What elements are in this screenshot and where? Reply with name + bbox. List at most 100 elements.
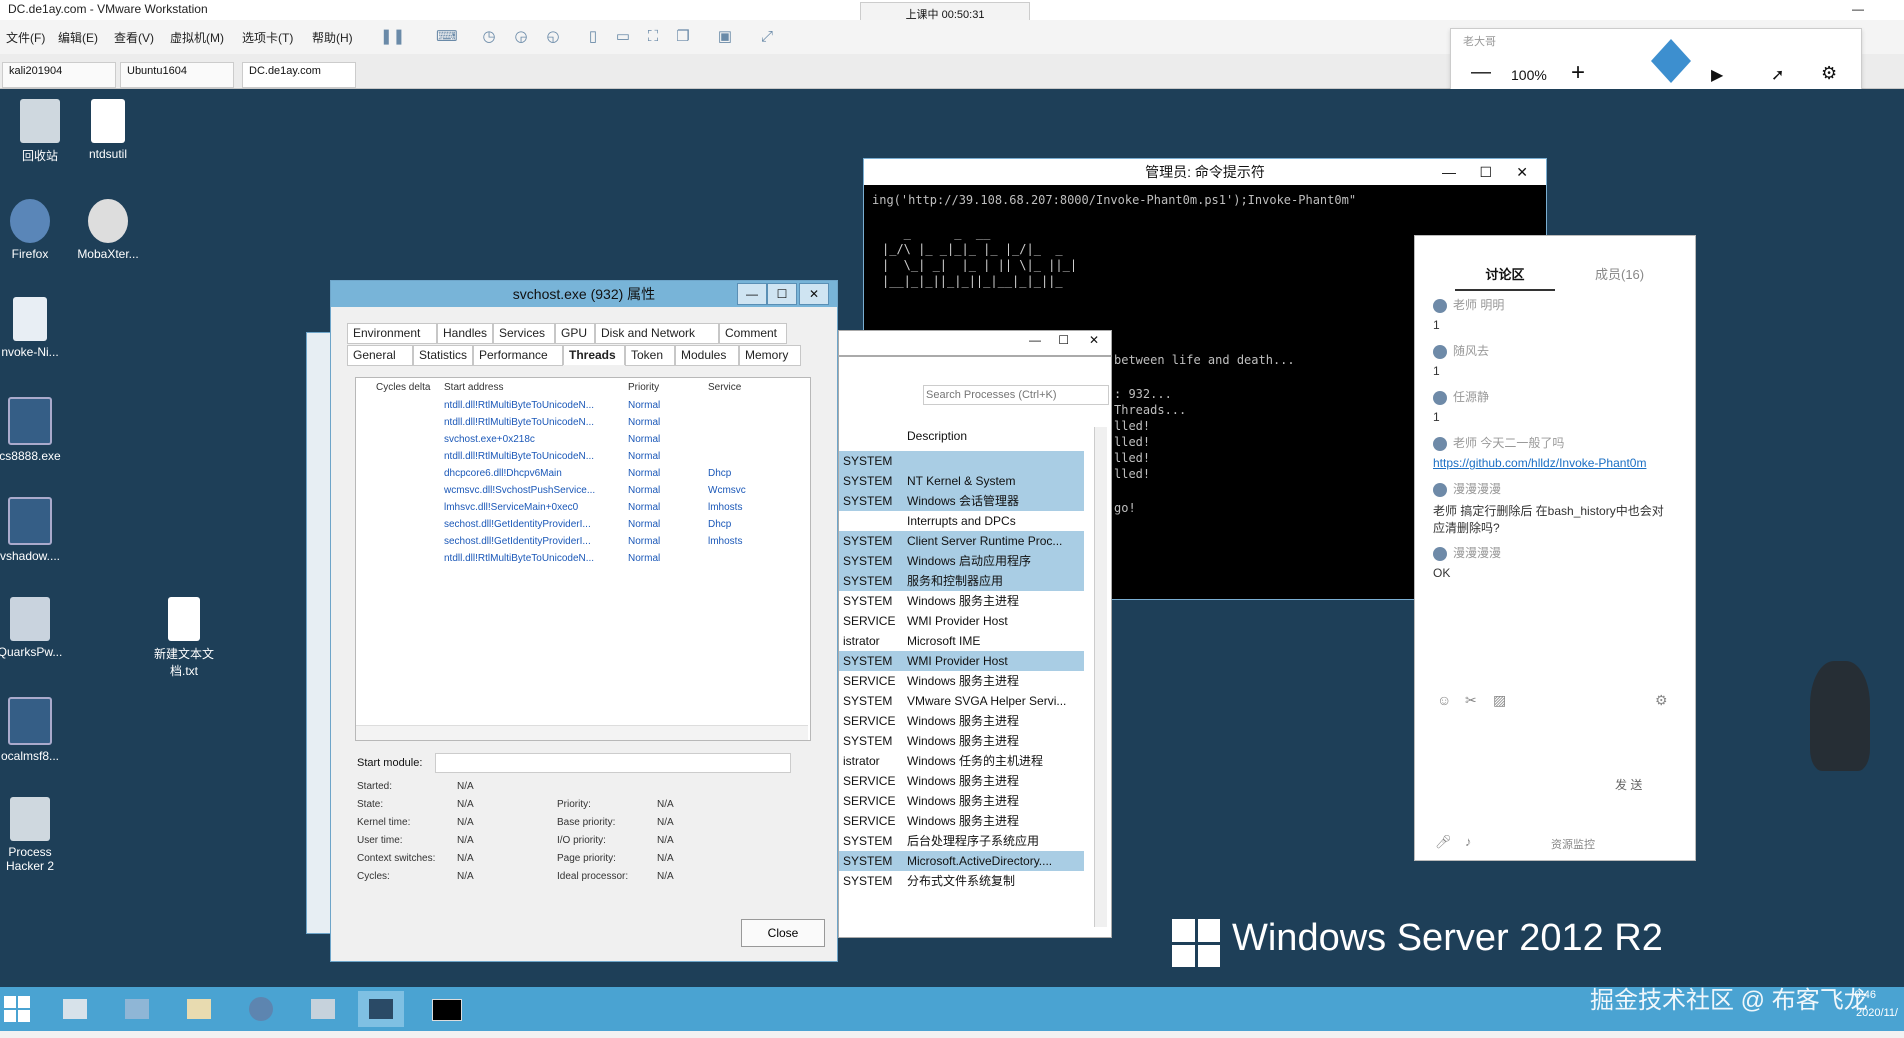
process-row[interactable]: SYSTEM WMI Provider Host: [839, 651, 1084, 671]
desktop-icon-mobaxterm[interactable]: MobaXter...: [68, 199, 148, 261]
resource-monitor-link[interactable]: 资源监控: [1551, 836, 1595, 852]
settings-icon[interactable]: ⚙: [1655, 692, 1668, 709]
table-row[interactable]: lmhsvc.dll!ServiceMain+0xec0 Normal lmhost…: [356, 502, 810, 519]
menu-help[interactable]: 帮助(H): [312, 29, 353, 46]
process-row[interactable]: SERVICE Windows 服务主进程: [839, 771, 1084, 791]
firefox-taskbar-icon[interactable]: [238, 991, 284, 1027]
table-row[interactable]: sechost.dll!GetIdentityProviderI... Norma…: [356, 536, 810, 553]
desktop-icon-localmsf[interactable]: ocalmsf8...: [0, 697, 70, 763]
speaker-icon[interactable]: ♪: [1465, 834, 1472, 849]
process-row[interactable]: SYSTEM Windows 服务主进程: [839, 591, 1084, 611]
zoom-in-button[interactable]: +: [1571, 59, 1585, 87]
desktop-icon-vshadow[interactable]: vshadow....: [0, 497, 70, 563]
col-service[interactable]: Service: [708, 382, 741, 393]
process-row[interactable]: SYSTEM Windows 服务主进程: [839, 731, 1084, 751]
menu-view[interactable]: 查看(V): [114, 29, 154, 46]
sidebar-icon[interactable]: ▯: [584, 28, 602, 46]
table-row[interactable]: sechost.dll!GetIdentityProviderI... Norma…: [356, 519, 810, 536]
process-row[interactable]: SYSTEM Windows 会话管理器: [839, 491, 1084, 511]
process-row[interactable]: SYSTEM: [839, 451, 1084, 471]
send-button[interactable]: 发 送: [1615, 776, 1642, 793]
tab-modules[interactable]: Modules: [675, 345, 739, 366]
plist-maximize-button[interactable]: ☐: [1058, 333, 1069, 347]
desktop-icon-cs8888[interactable]: cs8888.exe: [0, 397, 70, 463]
col-start-address[interactable]: Start address: [444, 382, 503, 393]
revert-icon[interactable]: ◶: [512, 28, 530, 46]
tab-token[interactable]: Token: [625, 345, 675, 366]
mic-icon[interactable]: 🎤︎: [1435, 834, 1452, 850]
tab-ubuntu[interactable]: Ubuntu1604: [120, 62, 234, 88]
process-row[interactable]: istrator Microsoft IME: [839, 631, 1084, 651]
process-row[interactable]: SYSTEM NT Kernel & System: [839, 471, 1084, 491]
plist-minimize-button[interactable]: —: [1029, 333, 1041, 347]
desktop-icon-ntdsutil[interactable]: ntdsutil: [68, 99, 148, 161]
table-row[interactable]: svchost.exe+0x218c Normal: [356, 434, 810, 451]
tab-memory[interactable]: Memory: [739, 345, 801, 366]
powershell-icon[interactable]: [114, 991, 160, 1027]
tab-services[interactable]: Services: [493, 323, 555, 344]
desktop-icon-process-hacker[interactable]: Process Hacker 2: [0, 797, 70, 873]
process-row[interactable]: Interrupts and DPCs: [839, 511, 1084, 531]
process-row[interactable]: SERVICE Windows 服务主进程: [839, 671, 1084, 691]
table-row[interactable]: wcmsvc.dll!SvchostPushService... Normal Wc…: [356, 485, 810, 502]
props-close-button[interactable]: ✕: [799, 283, 829, 305]
process-row[interactable]: SYSTEM 后台处理程序子系统应用: [839, 831, 1084, 851]
process-row[interactable]: istrator Windows 任务的主机进程: [839, 751, 1084, 771]
start-button[interactable]: [4, 996, 30, 1022]
close-button[interactable]: Close: [741, 919, 825, 947]
column-description[interactable]: Description: [907, 429, 967, 443]
process-row[interactable]: SERVICE Windows 服务主进程: [839, 711, 1084, 731]
process-row[interactable]: SYSTEM 服务和控制器应用: [839, 571, 1084, 591]
tab-discussion[interactable]: 讨论区: [1455, 264, 1555, 291]
play-icon[interactable]: ▶: [1711, 65, 1723, 85]
col-priority[interactable]: Priority: [628, 382, 659, 393]
start-module-field[interactable]: [435, 753, 791, 773]
tab-comment[interactable]: Comment: [719, 323, 787, 344]
menu-edit[interactable]: 编辑(E): [58, 29, 98, 46]
process-list-scrollbar[interactable]: [1094, 427, 1107, 927]
tab-gpu[interactable]: GPU: [555, 323, 595, 344]
table-row[interactable]: ntdll.dll!RtlMultiByteToUnicodeN... Norma…: [356, 553, 810, 570]
thumbnail-icon[interactable]: ▭: [614, 28, 632, 46]
tab-handles[interactable]: Handles: [437, 323, 493, 344]
process-hacker-taskbar-icon[interactable]: [300, 991, 346, 1027]
desktop-icon-quarkspw[interactable]: QuarksPw...: [0, 597, 70, 659]
table-row[interactable]: dhcpcore6.dll!Dhcpv6Main Normal Dhcp: [356, 468, 810, 485]
table-row[interactable]: ntdll.dll!RtlMultiByteToUnicodeN... Norma…: [356, 451, 810, 468]
scissors-icon[interactable]: ✂: [1465, 692, 1477, 709]
emoji-icon[interactable]: ☺: [1437, 692, 1451, 708]
tab-disk-and-network[interactable]: Disk and Network: [595, 323, 719, 344]
process-row[interactable]: SYSTEM VMware SVGA Helper Servi...: [839, 691, 1084, 711]
menu-vm[interactable]: 虚拟机(M): [170, 29, 224, 46]
menu-tabs[interactable]: 选项卡(T): [242, 29, 293, 46]
menu-file[interactable]: 文件(F): [6, 29, 45, 46]
explorer-icon[interactable]: [176, 991, 222, 1027]
snapshot-icon[interactable]: ◷: [480, 28, 498, 46]
process-row[interactable]: SYSTEM 分布式文件系统复制: [839, 871, 1084, 891]
col-cycles-delta[interactable]: Cycles delta: [376, 382, 430, 393]
tab-statistics[interactable]: Statistics: [413, 345, 473, 366]
send-keys-icon[interactable]: ⌨: [436, 28, 458, 46]
desktop-icon-firefox[interactable]: Firefox: [0, 199, 70, 261]
process-row[interactable]: SYSTEM Windows 启动应用程序: [839, 551, 1084, 571]
process-row[interactable]: SYSTEM Microsoft.ActiveDirectory....: [839, 851, 1084, 871]
props-maximize-button[interactable]: ☐: [767, 283, 797, 305]
cmd-minimize-button[interactable]: —: [1442, 159, 1456, 185]
tab-kali[interactable]: kali201904: [2, 62, 116, 88]
table-row[interactable]: ntdll.dll!RtlMultiByteToUnicodeN... Norma…: [356, 400, 810, 417]
tab-threads[interactable]: Threads: [563, 345, 625, 365]
minimize-button[interactable]: —: [1852, 2, 1864, 16]
tab-environment[interactable]: Environment: [347, 323, 437, 344]
process-row[interactable]: SYSTEM Client Server Runtime Proc...: [839, 531, 1084, 551]
settings-gear-icon[interactable]: ⚙: [1821, 63, 1837, 84]
cmd-maximize-button[interactable]: ☐: [1479, 159, 1492, 185]
server-manager-icon[interactable]: [52, 991, 98, 1027]
threads-hscrollbar[interactable]: [356, 725, 808, 740]
unity-icon[interactable]: ❐: [674, 28, 692, 46]
tab-performance[interactable]: Performance: [473, 345, 563, 366]
process-row[interactable]: SERVICE WMI Provider Host: [839, 611, 1084, 631]
tab-members[interactable]: 成员(16): [1595, 264, 1644, 283]
console-icon[interactable]: ▣: [716, 28, 734, 46]
image-icon[interactable]: ▨: [1493, 692, 1506, 709]
zoom-out-button[interactable]: —: [1471, 61, 1491, 84]
